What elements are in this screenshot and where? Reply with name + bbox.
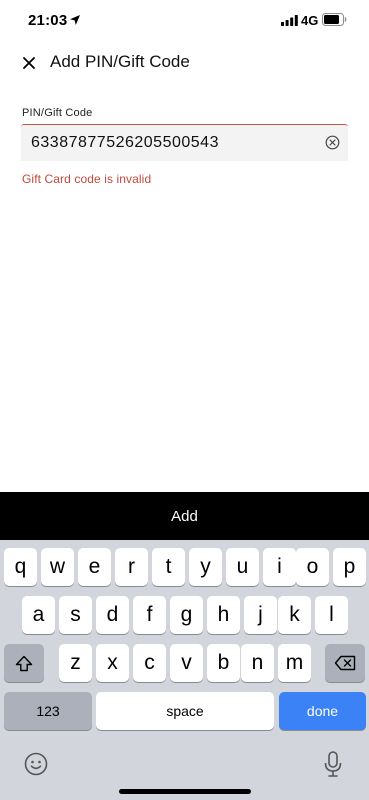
network-type: 4G [301, 13, 319, 28]
cellular-signal-icon [281, 15, 298, 26]
code-field-label: PIN/Gift Code [22, 107, 93, 119]
key-t[interactable]: t [152, 548, 185, 586]
key-x[interactable]: x [96, 644, 129, 682]
key-g[interactable]: g [170, 596, 203, 634]
key-o[interactable]: o [296, 548, 329, 586]
clear-input-icon[interactable] [325, 135, 340, 150]
key-q[interactable]: q [4, 548, 37, 586]
status-bar: 21:03 4G [0, 0, 369, 44]
shift-key[interactable] [4, 644, 44, 682]
close-button[interactable] [18, 52, 40, 74]
shift-icon [15, 655, 33, 671]
key-k[interactable]: k [278, 596, 311, 634]
code-input[interactable]: 6338787752620550054​3 [21, 124, 348, 161]
code-input-value[interactable]: 6338787752620550054​3 [31, 134, 219, 152]
emoji-icon[interactable] [24, 752, 48, 776]
key-m[interactable]: m [278, 644, 311, 682]
backspace-icon [334, 655, 356, 671]
status-time: 21:03 [28, 12, 68, 29]
key-r[interactable]: r [115, 548, 148, 586]
home-indicator [119, 789, 251, 794]
key-d[interactable]: d [96, 596, 129, 634]
delete-key[interactable] [325, 644, 365, 682]
battery-icon [322, 13, 347, 26]
key-y[interactable]: y [189, 548, 222, 586]
key-z[interactable]: z [59, 644, 92, 682]
key-w[interactable]: w [41, 548, 74, 586]
error-message: Gift Card code is invalid [22, 172, 152, 186]
key-l[interactable]: l [315, 596, 348, 634]
key-b[interactable]: b [207, 644, 240, 682]
key-u[interactable]: u [226, 548, 259, 586]
numbers-key[interactable]: 123 [4, 692, 92, 730]
key-h[interactable]: h [207, 596, 240, 634]
space-key[interactable]: space [96, 692, 274, 730]
key-f[interactable]: f [133, 596, 166, 634]
key-i[interactable]: i [263, 548, 296, 586]
key-v[interactable]: v [170, 644, 203, 682]
key-n[interactable]: n [241, 644, 274, 682]
microphone-icon[interactable] [322, 750, 344, 778]
header: Add PIN/Gift Code [0, 44, 369, 82]
key-c[interactable]: c [133, 644, 166, 682]
add-button[interactable]: Add [0, 492, 369, 540]
page-title: Add PIN/Gift Code [50, 52, 190, 71]
keyboard: q w e r t y u i o p a s d f g h j k l z … [0, 540, 369, 800]
done-key[interactable]: done [279, 692, 366, 730]
location-arrow-icon [70, 15, 80, 25]
key-j[interactable]: j [244, 596, 277, 634]
key-e[interactable]: e [78, 548, 111, 586]
key-a[interactable]: a [22, 596, 55, 634]
key-s[interactable]: s [59, 596, 92, 634]
close-icon [23, 57, 35, 69]
key-p[interactable]: p [333, 548, 366, 586]
add-button-label: Add [171, 507, 198, 525]
